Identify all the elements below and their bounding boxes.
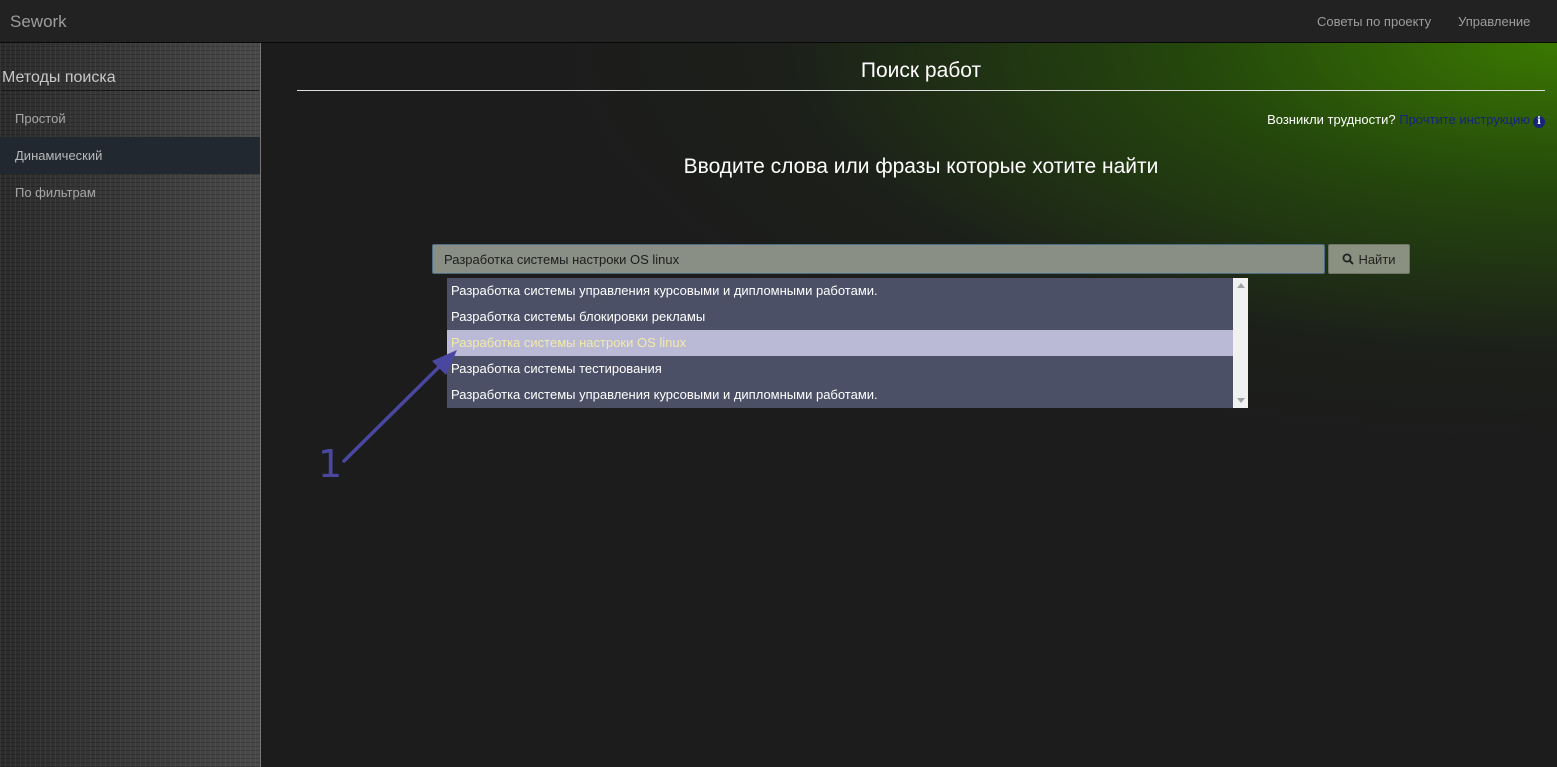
sidebar-item-dynamic[interactable]: Динамический [0,137,260,174]
suggestion-item-active[interactable]: Разработка системы настроки OS linux [447,330,1233,356]
sidebar-title: Методы поиска [2,69,259,91]
help-instructions-link[interactable]: Прочтите инструкцию [1399,112,1530,127]
search-button-label: Найти [1358,251,1396,267]
sidebar-item-simple[interactable]: Простой [0,100,260,137]
sidebar-item-filters[interactable]: По фильтрам [0,174,260,211]
info-icon[interactable]: i [1533,116,1545,128]
nav-link-project-tips[interactable]: Советы по проекту [1317,14,1431,29]
nav-links: Советы по проекту Управление Не [1290,0,1557,43]
main-content: Поиск работ Возникли трудности? Прочтите… [262,43,1557,767]
search-icon [1342,253,1355,265]
help-text: Возникли трудности? [1267,112,1396,127]
nav-link-management[interactable]: Управление [1458,14,1530,29]
help-line: Возникли трудности? Прочтите инструкцию i [1267,112,1545,128]
annotation-number: 1 [318,442,343,486]
search-prompt: Вводите слова или фразы которые хотите н… [683,155,1159,178]
suggestion-item[interactable]: Разработка системы управления курсовыми … [447,278,1233,304]
dropdown-scrollbar[interactable] [1233,278,1248,408]
suggestion-item[interactable]: Разработка системы блокировки рекламы [447,304,1233,330]
scroll-up-icon[interactable] [1237,283,1245,288]
autocomplete-list: Разработка системы управления курсовыми … [447,278,1248,408]
search-button[interactable]: Найти [1328,244,1410,274]
top-navbar: Sework Советы по проекту Управление Не [0,0,1557,43]
sidebar: Методы поиска Простой Динамический По фи… [0,43,261,767]
suggestion-item[interactable]: Разработка системы управления курсовыми … [447,382,1233,408]
suggestion-item[interactable]: Разработка системы тестирования [447,356,1233,382]
search-input[interactable] [432,244,1325,274]
page-title: Поиск работ [297,59,1545,91]
scroll-down-icon[interactable] [1237,398,1245,403]
brand-logo[interactable]: Sework [10,0,67,43]
